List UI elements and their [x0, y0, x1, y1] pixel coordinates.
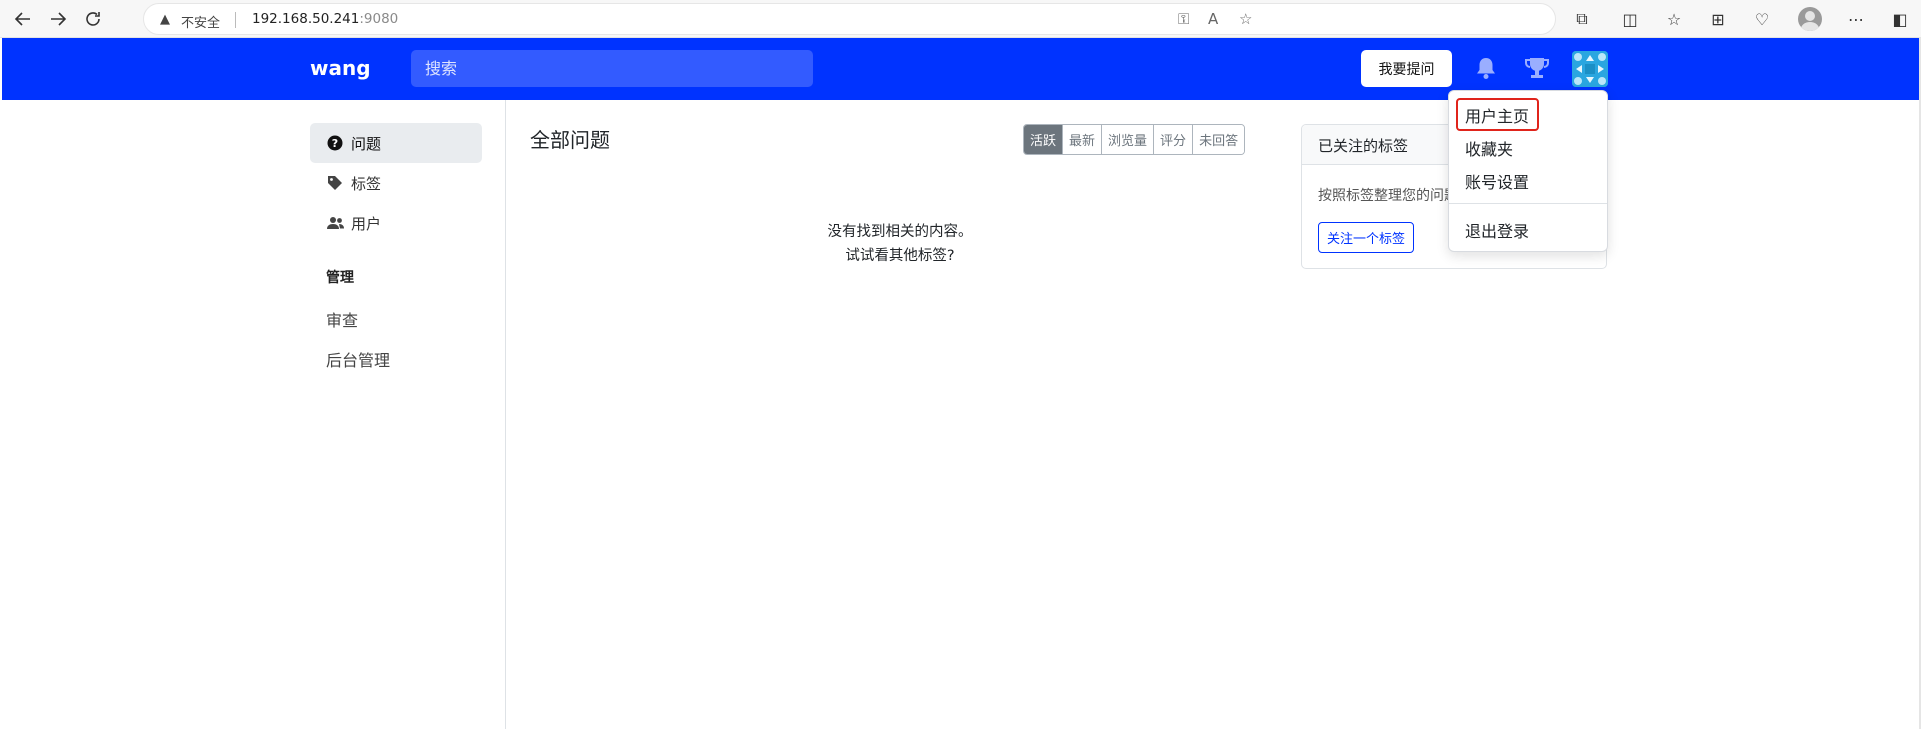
insecure-label: 不安全: [181, 16, 221, 31]
bell-icon: [1477, 58, 1495, 79]
extensions-icon[interactable]: ⧉: [1568, 6, 1596, 32]
sidebar-divider: [505, 100, 506, 729]
back-button[interactable]: [8, 4, 38, 34]
refresh-icon: [86, 12, 100, 26]
menu-item-bookmarks[interactable]: 收藏夹: [1465, 136, 1513, 160]
sidebar-link-admin[interactable]: 后台管理: [326, 347, 390, 371]
svg-text:?: ?: [332, 137, 338, 150]
empty-state-message: 没有找到相关的内容。 试试看其他标签?: [780, 220, 1020, 268]
follow-tag-button[interactable]: 关注一个标签: [1318, 222, 1415, 253]
trophy-icon: [1525, 58, 1549, 78]
browser-essentials-icon[interactable]: ♡: [1748, 6, 1776, 32]
address-separator: [235, 12, 236, 28]
menu-item-logout[interactable]: 退出登录: [1465, 218, 1529, 242]
profile-avatar-icon[interactable]: [1798, 7, 1822, 31]
sort-newest-button[interactable]: 最新: [1063, 125, 1103, 154]
page-title: 全部问题: [530, 128, 610, 152]
sort-views-button[interactable]: 浏览量: [1102, 125, 1155, 154]
more-menu-icon[interactable]: ⋯: [1842, 6, 1870, 32]
card-description: 按照标签整理您的问题: [1318, 188, 1458, 204]
admin-heading: 管理: [326, 270, 354, 286]
sidebar-item-tags[interactable]: 标签: [310, 163, 482, 203]
forward-button[interactable]: [43, 4, 73, 34]
collections-icon[interactable]: ⊞: [1704, 6, 1732, 32]
sort-tabs: 活跃 最新 浏览量 评分 未回答: [1023, 124, 1246, 155]
empty-state-line: 没有找到相关的内容。: [827, 224, 973, 240]
search-input[interactable]: [411, 50, 813, 87]
ask-question-button[interactable]: 我要提问: [1361, 50, 1452, 87]
sort-active-button[interactable]: 活跃: [1024, 125, 1064, 154]
empty-state-line: 试试看其他标签?: [845, 248, 955, 264]
url-text: 192.168.50.241:9080: [252, 11, 398, 27]
favorites-icon[interactable]: ☆: [1660, 6, 1688, 32]
url-port: :9080: [359, 11, 399, 27]
arrow-left-icon: [14, 12, 30, 26]
refresh-button[interactable]: [78, 4, 108, 34]
favorite-star-icon[interactable]: ☆: [1239, 10, 1252, 28]
sort-unanswered-button[interactable]: 未回答: [1193, 125, 1245, 154]
sidebar-item-label: 用户: [351, 214, 382, 233]
tags-icon: [326, 174, 344, 192]
notifications-button[interactable]: [1472, 53, 1500, 83]
url-host: 192.168.50.241: [252, 11, 360, 27]
browser-toolbar: ▲ 不安全 192.168.50.241:9080 ⚿ A ☆ ⧉ ◫ ☆ ⊞ …: [0, 0, 1921, 38]
site-header: wang 我要提问: [2, 38, 1919, 100]
menu-divider: [1449, 203, 1607, 204]
sidebar-item-label: 问题: [351, 134, 382, 153]
address-bar[interactable]: ▲ 不安全 192.168.50.241:9080 ⚿ A ☆: [143, 3, 1556, 35]
brand-logo[interactable]: wang: [310, 56, 371, 80]
sidebar-link-review[interactable]: 审查: [326, 307, 358, 331]
sort-score-button[interactable]: 评分: [1154, 125, 1194, 154]
sidebar-item-label: 标签: [351, 174, 382, 193]
sidebar-item-questions[interactable]: ? 问题: [310, 123, 482, 163]
sidebar-item-users[interactable]: 用户: [310, 203, 482, 243]
highlight-box: [1456, 98, 1539, 131]
identicon-icon: [1572, 51, 1608, 87]
arrow-right-icon: [51, 12, 67, 26]
people-icon: [326, 214, 344, 232]
menu-item-account-settings[interactable]: 账号设置: [1465, 169, 1529, 193]
sidebar-toggle-icon[interactable]: ◧: [1886, 6, 1914, 32]
split-screen-icon[interactable]: ◫: [1616, 6, 1644, 32]
warning-icon: ▲: [160, 12, 170, 27]
question-circle-icon: ?: [326, 134, 344, 152]
read-aloud-icon[interactable]: A: [1208, 10, 1218, 28]
user-avatar[interactable]: [1572, 51, 1608, 87]
key-icon[interactable]: ⚿: [1178, 10, 1189, 28]
achievements-button[interactable]: [1523, 53, 1551, 83]
